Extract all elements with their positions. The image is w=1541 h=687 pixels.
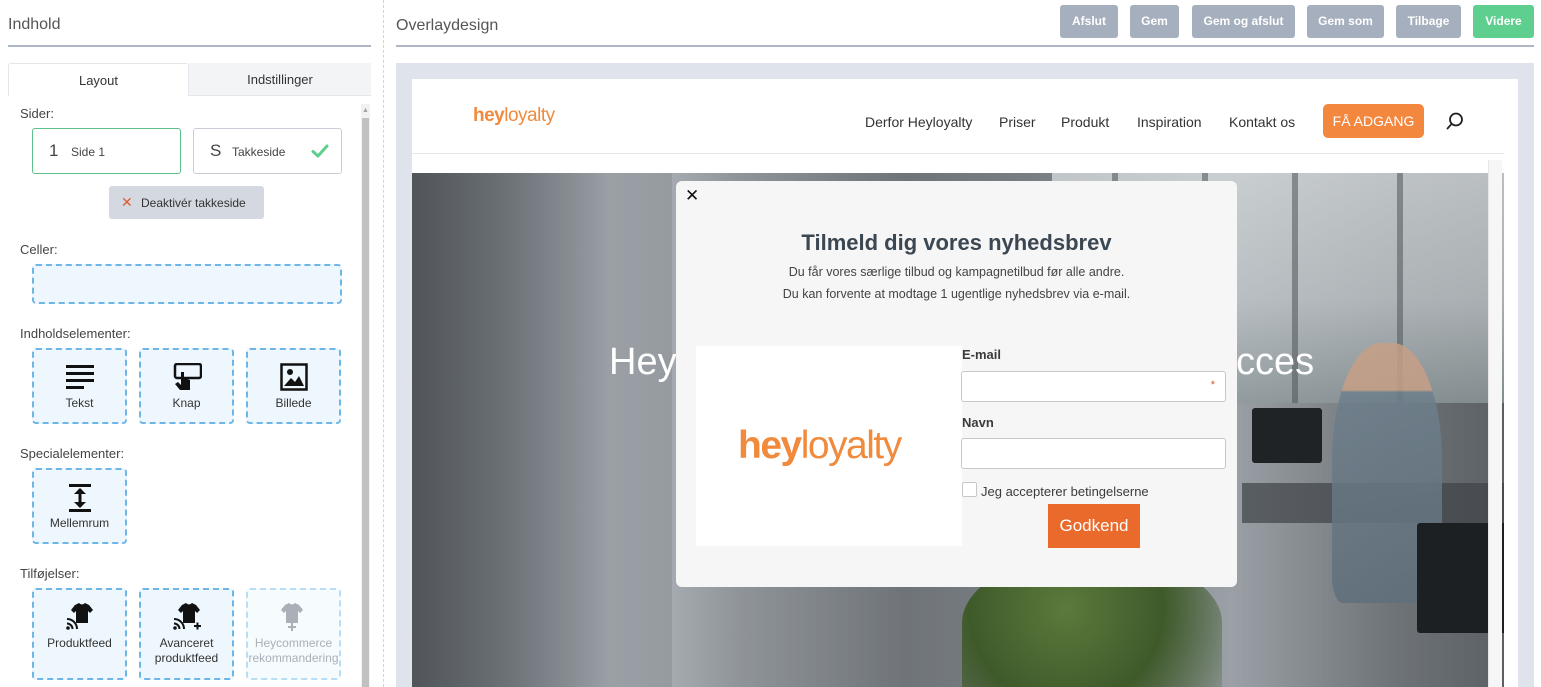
popup-heading: Tilmeld dig vores nyhedsbrev xyxy=(801,230,1112,255)
design-canvas: heyloyalty Derfor Heyloyalty Priser Prod… xyxy=(396,63,1534,687)
site-logo-part-1: hey xyxy=(473,105,505,126)
overlay-design-title: Overlaydesign xyxy=(396,17,499,34)
addons-label: Tilføjelser: xyxy=(20,566,80,581)
website-preview: heyloyalty Derfor Heyloyalty Priser Prod… xyxy=(412,79,1518,687)
close-icon: ✕ xyxy=(121,194,133,210)
panel-scrollbar[interactable]: ▲ xyxy=(361,104,370,687)
preview-scrollbar[interactable]: ▼ xyxy=(1488,160,1502,687)
email-label: E-mail xyxy=(962,347,1002,362)
page-number: S xyxy=(210,141,222,160)
product-feed-icon xyxy=(65,603,93,630)
title-divider xyxy=(8,45,371,47)
check-icon xyxy=(311,144,329,158)
nav-link-inspiration[interactable]: Inspiration xyxy=(1137,114,1202,130)
popup-subtext-2: Du kan forvente at modtage 1 ugentlige n… xyxy=(782,287,1131,301)
content-panel: Indhold Layout Indstillinger ▲ Sider: 1 … xyxy=(0,0,380,687)
nav-link-product[interactable]: Produkt xyxy=(1061,114,1109,130)
addon-product-feed[interactable]: Produktfeed xyxy=(32,588,127,680)
layout-tab-content: ▲ Sider: 1 Side 1 S Takkeside ✕ Deaktivé… xyxy=(8,96,371,687)
content-elements-label: Indholdselementer: xyxy=(20,326,131,341)
content-panel-title: Indhold xyxy=(8,16,61,33)
site-logo-part-2: loyalty xyxy=(504,105,555,126)
next-button[interactable]: Videre xyxy=(1473,5,1534,38)
required-marker: * xyxy=(1210,379,1215,391)
site-logo: heyloyalty xyxy=(473,105,555,127)
save-as-button[interactable]: Gem som xyxy=(1307,5,1384,38)
addon-label-line-2: rekommandering xyxy=(248,651,339,665)
get-access-button[interactable]: FÅ ADGANG xyxy=(1323,104,1424,138)
element-label: Mellemrum xyxy=(49,516,110,530)
hero-headline-left: Hey xyxy=(609,341,677,383)
close-icon[interactable]: ✕ xyxy=(685,187,699,204)
popup-logo-image[interactable]: heyloyalty xyxy=(696,346,962,546)
element-text[interactable]: Tekst xyxy=(32,348,127,424)
addon-advanced-product-feed[interactable]: Avanceret produktfeed xyxy=(139,588,234,680)
nav-link-contact[interactable]: Kontakt os xyxy=(1229,114,1295,130)
addon-label-line-1: Heycommerce xyxy=(254,636,333,650)
heyloyalty-logo: heyloyalty xyxy=(738,424,903,468)
addon-label-line-2: produktfeed xyxy=(154,651,219,665)
submit-button[interactable]: Godkend xyxy=(1048,504,1140,548)
pages-label: Sider: xyxy=(20,106,54,121)
tab-settings[interactable]: Indstillinger xyxy=(189,63,371,96)
deactivate-button-label: Deaktivér takkeside xyxy=(141,196,246,210)
hero-monitor xyxy=(1252,408,1322,463)
nav-link-prices[interactable]: Priser xyxy=(999,114,1036,130)
search-icon[interactable] xyxy=(1446,112,1464,130)
popup-logo-part-2: loyalty xyxy=(800,424,903,467)
panel-tabs: Layout Indstillinger xyxy=(8,63,371,96)
save-button[interactable]: Gem xyxy=(1130,5,1179,38)
popup-logo-part-1: hey xyxy=(738,424,802,467)
tab-layout[interactable]: Layout xyxy=(8,63,189,96)
addon-heycommerce-recommendation: Heycommerce rekommandering xyxy=(246,588,341,680)
scroll-up-arrow-icon[interactable]: ▲ xyxy=(361,106,370,116)
page-number: 1 xyxy=(49,141,59,160)
element-label: Tekst xyxy=(65,396,94,410)
element-label: Billede xyxy=(275,396,312,410)
text-lines-icon xyxy=(65,365,94,389)
save-and-exit-button[interactable]: Gem og afslut xyxy=(1192,5,1295,38)
terms-checkbox[interactable] xyxy=(962,482,977,497)
name-field[interactable] xyxy=(961,438,1226,469)
element-spacer[interactable]: Mellemrum xyxy=(32,468,127,544)
image-icon xyxy=(279,363,308,391)
element-label: Knap xyxy=(172,396,201,410)
page-name: Takkeside xyxy=(232,145,286,159)
nav-link-why[interactable]: Derfor Heyloyalty xyxy=(865,114,972,130)
exit-button[interactable]: Afslut xyxy=(1060,5,1118,38)
panel-divider[interactable] xyxy=(383,0,384,687)
cell-drop-zone[interactable] xyxy=(32,264,342,304)
terms-label: Jeg accepterer betingelserne xyxy=(981,484,1149,499)
page-item-thank-you[interactable]: S Takkeside xyxy=(193,128,342,174)
addon-label-line-1: Avanceret xyxy=(159,636,214,650)
cells-label: Celler: xyxy=(20,242,58,257)
deactivate-thank-you-button[interactable]: ✕ Deaktivér takkeside xyxy=(109,186,264,219)
element-button[interactable]: Knap xyxy=(139,348,234,424)
button-click-icon xyxy=(173,363,202,390)
back-button[interactable]: Tilbage xyxy=(1396,5,1461,38)
newsletter-popup: ✕ Tilmeld dig vores nyhedsbrev Du får vo… xyxy=(676,181,1237,587)
popup-subtext-1: Du får vores særlige tilbud og kampagnet… xyxy=(788,265,1125,279)
advanced-product-feed-icon xyxy=(172,603,201,630)
title-divider xyxy=(396,45,1534,47)
page-name: Side 1 xyxy=(71,145,106,159)
recommendation-icon xyxy=(280,603,303,631)
hero-shade xyxy=(412,173,672,687)
email-field[interactable]: * xyxy=(961,371,1226,402)
addon-label: Produktfeed xyxy=(47,636,112,650)
hero-headline-right: cces xyxy=(1236,341,1315,383)
name-label: Navn xyxy=(962,415,994,430)
spacer-icon xyxy=(68,484,91,512)
element-image[interactable]: Billede xyxy=(246,348,341,424)
page-item-side-1[interactable]: 1 Side 1 xyxy=(32,128,181,174)
site-header-divider xyxy=(412,153,1504,154)
special-elements-label: Specialelementer: xyxy=(20,446,125,461)
scrollbar-thumb[interactable] xyxy=(362,118,369,687)
